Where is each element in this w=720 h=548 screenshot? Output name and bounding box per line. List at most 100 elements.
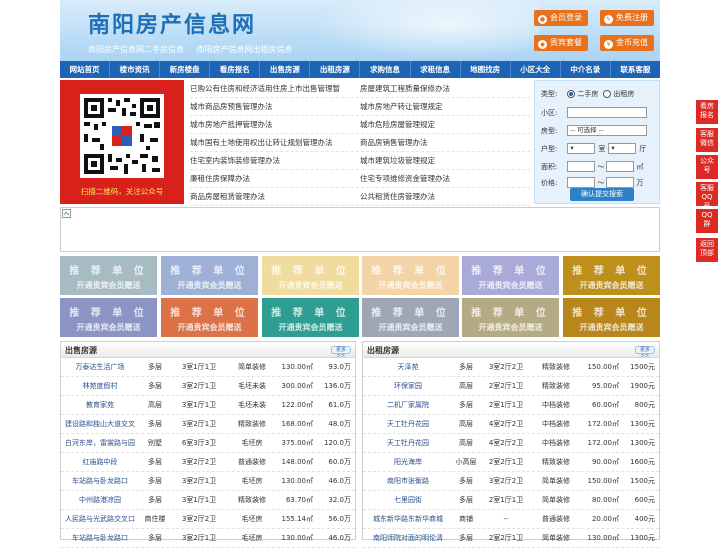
policy-link[interactable]: 商品房销售管理办法 — [360, 134, 530, 151]
area-max-input[interactable] — [606, 161, 635, 172]
recommend-tile[interactable]: 推 荐 单 位开通贵宾会员赠送 — [362, 298, 459, 337]
listing-name[interactable]: 天泽苑 — [363, 358, 453, 376]
listing-row[interactable]: 环保家园 高层 2室2厅1卫 精致装修 95.00㎡ 1900元 — [363, 377, 659, 396]
listing-row[interactable]: 林苑度假村 多层 3室2厅1卫 毛坯未装 300.00㎡ 136.0万 — [61, 377, 355, 396]
recommend-tile[interactable]: 推 荐 单 位开通贵宾会员赠送 — [60, 256, 157, 295]
listing-name[interactable]: 阳光海岸 — [363, 453, 453, 471]
nav-wanted-buy[interactable]: 求购信息 — [360, 61, 411, 78]
listing-name[interactable]: 七里园街 — [363, 491, 453, 509]
rent-more-link[interactable]: 更多>> — [635, 346, 655, 359]
listing-row[interactable]: 教育家苑 高层 3室1厅1卫 毛坯未装 122.00㎡ 61.0万 — [61, 396, 355, 415]
policy-link[interactable]: 住宅专项维修资金管理办法 — [360, 170, 530, 187]
vip-package-button[interactable]: ◆ 贵宾套餐 — [534, 35, 588, 51]
coin-recharge-button[interactable]: ¥ 金币充值 — [600, 35, 654, 51]
listing-row[interactable]: 城东新华路东新华商城 商铺 -- 普通装修 20.00㎡ 400元 — [363, 510, 659, 529]
policy-link[interactable]: 城市商品房预售管理办法 — [190, 98, 360, 115]
listing-name[interactable]: 车站路与卧龙路口 — [61, 529, 139, 547]
policy-link[interactable]: 商品房屋租赁管理办法 — [190, 188, 360, 205]
listing-row[interactable]: 天工牡丹花园 高层 4室2厅2卫 中档装修 172.00㎡ 1300元 — [363, 434, 659, 453]
policy-link[interactable]: 城市国有土地使用权出让转让规划管理办法 — [190, 134, 360, 151]
recommend-tile[interactable]: 推 荐 单 位开通贵宾会员赠送 — [161, 256, 258, 295]
side-viewing-signup[interactable]: 看房 报名 — [696, 100, 718, 124]
policy-link[interactable]: 城市危险房屋管理规定 — [360, 116, 530, 133]
policy-link[interactable]: 廉租住房保障办法 — [190, 170, 360, 187]
register-button[interactable]: ✎ 免费注册 — [600, 10, 654, 26]
recommend-tile[interactable]: 推 荐 单 位开通贵宾会员赠送 — [362, 256, 459, 295]
listing-name[interactable]: 中州路港凉园 — [61, 491, 139, 509]
listing-name[interactable]: 林苑度假村 — [61, 377, 139, 395]
nav-contact[interactable]: 联系客服 — [611, 61, 660, 78]
listing-name[interactable]: 教育家苑 — [61, 396, 139, 414]
nav-wanted-rent[interactable]: 求租信息 — [411, 61, 461, 78]
listing-name[interactable]: 白河东岸，雷裳路与园 — [61, 434, 139, 452]
community-input[interactable] — [567, 107, 648, 118]
side-qq-group[interactable]: QQ 群 — [696, 209, 718, 233]
policy-link[interactable]: 城市房地产抵押管理办法 — [190, 116, 360, 133]
recommend-tile[interactable]: 推 荐 单 位开通贵宾会员赠送 — [161, 298, 258, 337]
listing-row[interactable]: 车站路与卧龙路口 多层 3室2厅1卫 毛坯房 130.00㎡ 46.0万 — [61, 472, 355, 491]
sale-more-link[interactable]: 更多>> — [331, 346, 351, 359]
nav-viewing-signup[interactable]: 看房报名 — [210, 61, 261, 78]
policy-link[interactable]: 城市房地产转让管理规定 — [360, 98, 530, 115]
area-min-input[interactable] — [567, 161, 596, 172]
listing-name[interactable]: 天工牡丹花园 — [363, 434, 453, 452]
recommend-tile[interactable]: 推 荐 单 位开通贵宾会员赠送 — [60, 298, 157, 337]
recommend-tile[interactable]: 推 荐 单 位开通贵宾会员赠送 — [262, 298, 359, 337]
nav-map-search[interactable]: 地图找房 — [461, 61, 511, 78]
listing-name[interactable]: 建设路和独山大道交叉 — [61, 415, 139, 433]
login-button[interactable]: ● 会员登录 — [534, 10, 588, 26]
nav-for-sale[interactable]: 出售房源 — [260, 61, 311, 78]
banner-ad[interactable] — [60, 207, 660, 252]
listing-row[interactable]: 红庙路中段 多层 3室2厅2卫 普通装修 148.00㎡ 60.0万 — [61, 453, 355, 472]
nav-for-rent[interactable]: 出租房源 — [310, 61, 361, 78]
nav-new-homes[interactable]: 新房楼盘 — [160, 61, 211, 78]
room-select[interactable]: ▾ — [567, 143, 596, 154]
listing-row[interactable]: 阳光海岸 小高层 2室2厅1卫 精致装修 90.00㎡ 1600元 — [363, 453, 659, 472]
listing-row[interactable]: 南阳师院对面的明伦清 多层 2室2厅1卫 简单装修 130.00㎡ 1300元 — [363, 529, 659, 548]
listing-row[interactable]: 车站路与卧龙路口 多层 3室2厅1卫 毛坯房 130.00㎡ 46.0万 — [61, 529, 355, 548]
recommend-tile[interactable]: 推 荐 单 位开通贵宾会员赠送 — [563, 298, 660, 337]
policy-link[interactable]: 房屋建筑工程质量保修办法 — [360, 80, 530, 97]
listing-name[interactable]: 南阳市张衡路 — [363, 472, 453, 490]
sale-radio[interactable] — [567, 90, 576, 98]
nav-news[interactable]: 楼市资讯 — [110, 61, 161, 78]
recommend-tile[interactable]: 推 荐 单 位开通贵宾会员赠送 — [563, 256, 660, 295]
listing-row[interactable]: 万泰达生活广场 多层 3室1厅1卫 简单装修 130.00㎡ 93.0万 — [61, 358, 355, 377]
site-title[interactable]: 南阳房产信息网 — [88, 7, 256, 39]
search-submit-button[interactable]: 确认提交搜索 — [570, 188, 634, 201]
price-min-input[interactable] — [567, 177, 596, 188]
policy-link[interactable]: 城市建筑垃圾管理规定 — [360, 152, 530, 169]
listing-row[interactable]: 白河东岸，雷裳路与园 别墅 6室3厅3卫 毛坯房 375.00㎡ 120.0万 — [61, 434, 355, 453]
side-back-to-top[interactable]: 返回 顶部 — [696, 238, 718, 262]
listing-row[interactable]: 南阳市张衡路 多层 3室2厅2卫 简单装修 150.00㎡ 1500元 — [363, 472, 659, 491]
policy-link[interactable]: 住宅室内装饰装修管理办法 — [190, 152, 360, 169]
listing-name[interactable]: 万泰达生活广场 — [61, 358, 139, 376]
listing-row[interactable]: 人民路与光武路交叉口 商住楼 3室2厅2卫 毛坯房 155.14㎡ 56.0万 — [61, 510, 355, 529]
listing-name[interactable]: 人民路与光武路交叉口 — [61, 510, 139, 528]
listing-name[interactable]: 二机厂家属院 — [363, 396, 453, 414]
listing-row[interactable]: 七里园街 多层 2室1厅1卫 简单装修 80.00㎡ 600元 — [363, 491, 659, 510]
listing-row[interactable]: 天工牡丹花园 高层 4室2厅2卫 中档装修 172.00㎡ 1300元 — [363, 415, 659, 434]
recommend-tile[interactable]: 推 荐 单 位开通贵宾会员赠送 — [462, 256, 559, 295]
side-qq-service[interactable]: 客服 QQ 号 — [696, 182, 718, 210]
listing-row[interactable]: 中州路港凉园 多层 3室1厅1卫 精致装修 63.70㎡ 32.0万 — [61, 491, 355, 510]
policy-link[interactable]: 已购公有住房和经济适用住房上市出售管理暂 — [190, 80, 360, 97]
listing-name[interactable]: 南阳师院对面的明伦清 — [363, 529, 453, 547]
listing-name[interactable]: 红庙路中段 — [61, 453, 139, 471]
rent-radio[interactable] — [603, 90, 612, 98]
price-max-input[interactable] — [606, 177, 635, 188]
nav-agencies[interactable]: 中介名录 — [561, 61, 611, 78]
house-type-select[interactable]: -- 可选择 -- — [567, 125, 648, 136]
nav-communities[interactable]: 小区大全 — [511, 61, 561, 78]
recommend-tile[interactable]: 推 荐 单 位开通贵宾会员赠送 — [462, 298, 559, 337]
nav-home[interactable]: 网站首页 — [60, 61, 111, 78]
listing-name[interactable]: 天工牡丹花园 — [363, 415, 453, 433]
side-official-account[interactable]: 公众号 — [696, 155, 718, 179]
listing-row[interactable]: 天泽苑 多层 3室2厅2卫 精致装修 150.00㎡ 1500元 — [363, 358, 659, 377]
policy-link[interactable]: 公共租赁住房管理办法 — [360, 188, 530, 205]
listing-row[interactable]: 建设路和独山大道交叉 多层 3室2厅1卫 精致装修 168.00㎡ 48.0万 — [61, 415, 355, 434]
listing-name[interactable]: 车站路与卧龙路口 — [61, 472, 139, 490]
side-wechat[interactable]: 客服 微信 — [696, 128, 718, 152]
listing-row[interactable]: 二机厂家属院 多层 2室1厅1卫 中档装修 60.00㎡ 800元 — [363, 396, 659, 415]
listing-name[interactable]: 环保家园 — [363, 377, 453, 395]
